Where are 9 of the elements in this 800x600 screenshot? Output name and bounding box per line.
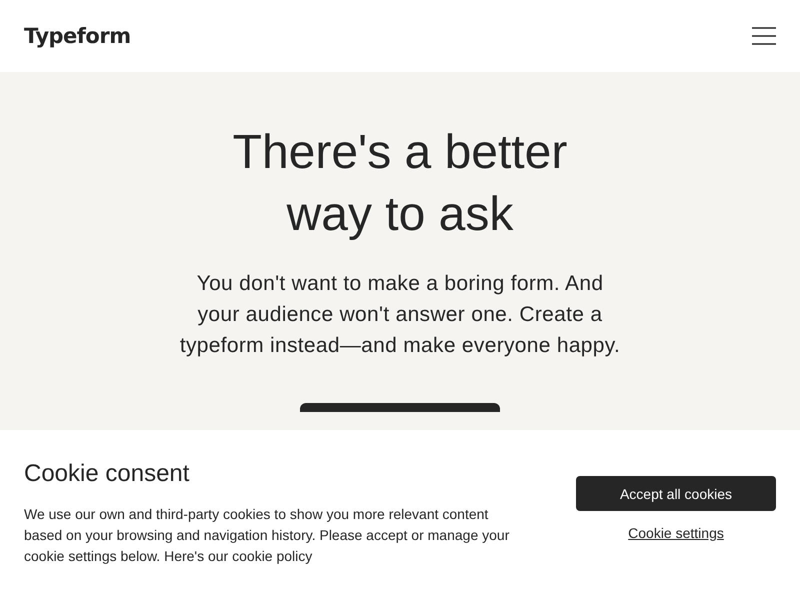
- cookie-text: We use our own and third-party cookies to show you more relevant content based on your browsing and navigation history. Please accept or manage your cookie settings below. Here's our cookie policy: [24, 505, 510, 566]
- hero-text: You don't want to make a boring form. And your audience won't answer one. Create a typeform instead—and make everyone happy.: [178, 271, 622, 359]
- settings-link[interactable]: Cookie settings: [628, 525, 724, 541]
- cookie-title: Cookie consent: [24, 460, 190, 488]
- accept-button[interactable]: Accept all cookies: [576, 476, 776, 511]
- hero-title: There's a better way to ask: [232, 125, 568, 243]
- cookie-policy-link[interactable]: cookie policy: [232, 548, 312, 564]
- menu-icon[interactable]: [752, 27, 776, 45]
- logo[interactable]: Typeform: [24, 24, 131, 48]
